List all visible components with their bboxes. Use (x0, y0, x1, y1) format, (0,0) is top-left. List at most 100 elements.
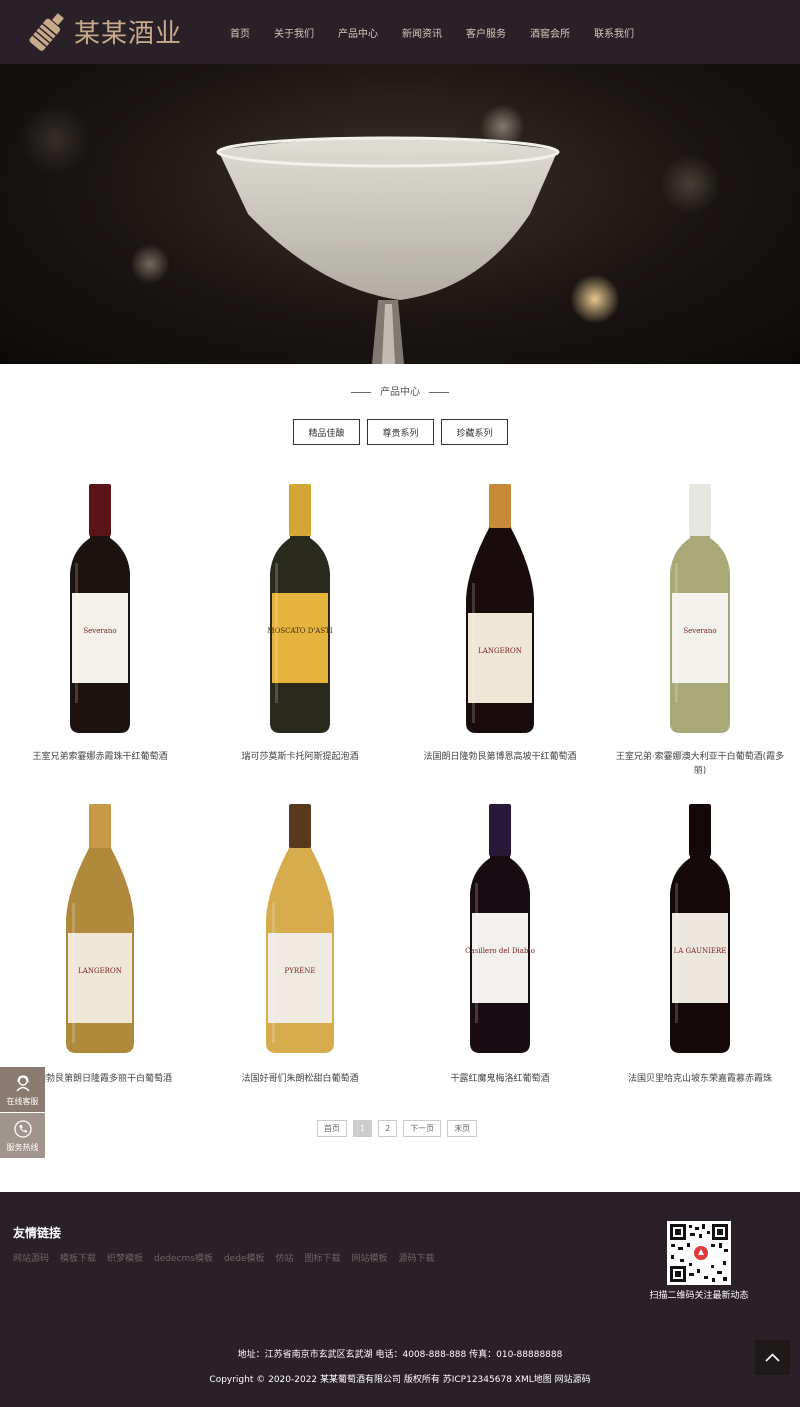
friend-link[interactable]: dede模板 (224, 1251, 265, 1264)
logo[interactable]: 某某酒业 (26, 9, 182, 53)
bottle-label-text: PYRÈNE (285, 966, 316, 975)
bottle-label (72, 593, 128, 683)
chevron-up-icon (765, 1353, 780, 1362)
friend-link[interactable]: 织梦模板 (107, 1251, 143, 1264)
bottle-label-text: Severano (83, 627, 116, 635)
wine-bottle-image: Severano (70, 484, 130, 733)
bottle-capsule (489, 804, 511, 856)
nav-products[interactable]: 产品中心 (338, 25, 378, 40)
product-card[interactable]: PYRÈNE 法国好哥们朱朗松甜白葡萄酒 (200, 798, 400, 1086)
wine-bottle-logo-icon (29, 13, 64, 51)
product-image[interactable]: LANGERON (0, 798, 200, 1058)
product-image[interactable]: LA GAUNIERE (600, 798, 800, 1058)
cocktail-glass-image (216, 136, 560, 364)
customer-service-icon (15, 1075, 30, 1092)
product-image[interactable]: Severano (0, 478, 200, 738)
product-card[interactable]: Severano 王室兄弟·索霎娜澳大利亚干白葡萄酒(霞多丽) (600, 478, 800, 778)
product-card[interactable]: LANGERON 法国勃艮第朗日隆霞多丽干白葡萄酒 (0, 798, 200, 1086)
back-to-top-button[interactable] (755, 1340, 790, 1375)
footer-address: 地址：江苏省南京市玄武区玄武湖 电话：4008-888-888 传真：010-8… (237, 1350, 563, 1360)
qr-caption: 扫描二维码关注最新动态 (649, 1291, 749, 1301)
product-name[interactable]: 瑞可莎莫斯卡托阿斯提起泡酒 (200, 750, 400, 764)
tab-collection-series[interactable]: 珍藏系列 (441, 419, 508, 445)
product-name[interactable]: 干露红魔鬼梅洛红葡萄酒 (400, 1072, 600, 1086)
wine-bottle-image: LANGERON (66, 804, 134, 1053)
product-card[interactable]: Severano 王室兄弟索霎娜赤霞珠干红葡萄酒 (0, 478, 200, 764)
bottle-label-text: Severano (683, 627, 716, 635)
bottle-capsule (289, 484, 311, 536)
hero-banner (0, 64, 800, 364)
section-title: 产品中心 (0, 383, 800, 398)
product-name[interactable]: 法国贝里哈克山坡东荣嘉霞慕赤霞珠 (600, 1072, 800, 1086)
bottle-capsule (89, 804, 111, 848)
bottle-label (472, 913, 528, 1003)
nav-club[interactable]: 酒窖会所 (530, 25, 570, 40)
friend-link[interactable]: 图标下载 (304, 1251, 340, 1264)
product-name[interactable]: 王室兄弟索霎娜赤霞珠干红葡萄酒 (0, 750, 200, 764)
product-name[interactable]: 王室兄弟·索霎娜澳大利亚干白葡萄酒(霞多丽) (600, 750, 800, 778)
product-card[interactable]: LANGERON 法国朗日隆勃艮第博恩高坡干红葡萄酒 (400, 478, 600, 764)
wine-bottle-image: Severano (670, 484, 730, 733)
wine-bottle-image: LA GAUNIERE (670, 804, 730, 1053)
pagination: 首页 1 2 下一页 末页 (317, 1120, 483, 1137)
tab-noble-series[interactable]: 尊贵系列 (367, 419, 434, 445)
hotline-label: 服务热线 (6, 1143, 39, 1152)
wine-bottle-image: PYRÈNE (266, 804, 334, 1053)
wine-bottle-image: Casillero del Diablo (465, 804, 535, 1053)
bottle-label (68, 933, 132, 1023)
bottle-capsule (689, 484, 711, 536)
product-image[interactable]: MOSCATO D'ASTI (200, 478, 400, 738)
product-image[interactable]: LANGERON (400, 478, 600, 738)
bottle-label (272, 593, 328, 683)
online-service-button[interactable]: 在线客服 (0, 1067, 45, 1112)
nav-about[interactable]: 关于我们 (274, 25, 314, 40)
product-image[interactable]: Casillero del Diablo (400, 798, 600, 1058)
phone-icon (13, 1120, 32, 1138)
pager-page-2[interactable]: 2 (378, 1120, 398, 1137)
nav-service[interactable]: 客户服务 (466, 25, 506, 40)
bottle-capsule (489, 484, 511, 528)
friend-link[interactable]: 源码下载 (399, 1251, 435, 1264)
pager-first[interactable]: 首页 (317, 1120, 347, 1137)
friend-links-title: 友情链接 (13, 1226, 62, 1240)
nav-contact[interactable]: 联系我们 (594, 25, 634, 40)
category-tabs: 精品佳酿 尊贵系列 珍藏系列 (293, 419, 515, 445)
bottle-capsule (689, 804, 711, 856)
pager-page-1[interactable]: 1 (353, 1120, 373, 1137)
qr-code-icon (667, 1221, 731, 1285)
bottle-label-text: LANGERON (478, 647, 522, 655)
product-name[interactable]: 法国朗日隆勃艮第博恩高坡干红葡萄酒 (400, 750, 600, 764)
online-service-label: 在线客服 (6, 1097, 39, 1106)
friend-link[interactable]: dedecms模板 (154, 1251, 213, 1264)
product-card[interactable]: Casillero del Diablo 干露红魔鬼梅洛红葡萄酒 (400, 798, 600, 1086)
product-image[interactable]: Severano (600, 478, 800, 738)
nav-news[interactable]: 新闻资讯 (402, 25, 442, 40)
site-footer: 友情链接 网站源码 模板下载 织梦模板 dedecms模板 dede模板 仿站 … (0, 1192, 800, 1407)
product-card[interactable]: MOSCATO D'ASTI 瑞可莎莫斯卡托阿斯提起泡酒 (200, 478, 400, 764)
bottle-label (468, 613, 532, 703)
product-card[interactable]: LA GAUNIERE 法国贝里哈克山坡东荣嘉霞慕赤霞珠 (600, 798, 800, 1086)
site-header: 某某酒业 首页 关于我们 产品中心 新闻资讯 客户服务 酒窖会所 联系我们 (0, 0, 800, 64)
footer-copyright: Copyright © 2020-2022 某某葡萄酒有限公司 版权所有 苏IC… (209, 1375, 591, 1385)
bottle-label-text: LA GAUNIERE (674, 947, 727, 955)
friend-link[interactable]: 网站模板 (352, 1251, 388, 1264)
bottle-label-text: LANGERON (78, 967, 122, 975)
bottle-label (672, 593, 728, 683)
pager-last[interactable]: 末页 (447, 1120, 478, 1137)
product-name[interactable]: 法国好哥们朱朗松甜白葡萄酒 (200, 1072, 400, 1086)
friend-link[interactable]: 网站源码 (13, 1251, 49, 1264)
friend-link[interactable]: 模板下载 (60, 1251, 96, 1264)
bottle-label (672, 913, 728, 1003)
bottle-label (268, 933, 332, 1023)
pager-next[interactable]: 下一页 (403, 1120, 442, 1137)
wine-bottle-image: LANGERON (466, 484, 534, 733)
tab-premium[interactable]: 精品佳酿 (293, 419, 360, 445)
main-nav: 首页 关于我们 产品中心 新闻资讯 客户服务 酒窖会所 联系我们 (218, 0, 646, 64)
product-image[interactable]: PYRÈNE (200, 798, 400, 1058)
bottle-capsule (289, 804, 311, 848)
friend-links: 网站源码 模板下载 织梦模板 dedecms模板 dede模板 仿站 图标下载 … (13, 1251, 446, 1264)
friend-link[interactable]: 仿站 (275, 1251, 293, 1264)
nav-home[interactable]: 首页 (230, 25, 250, 40)
hotline-button[interactable]: 服务热线 (0, 1113, 45, 1158)
bottle-capsule (89, 484, 111, 536)
